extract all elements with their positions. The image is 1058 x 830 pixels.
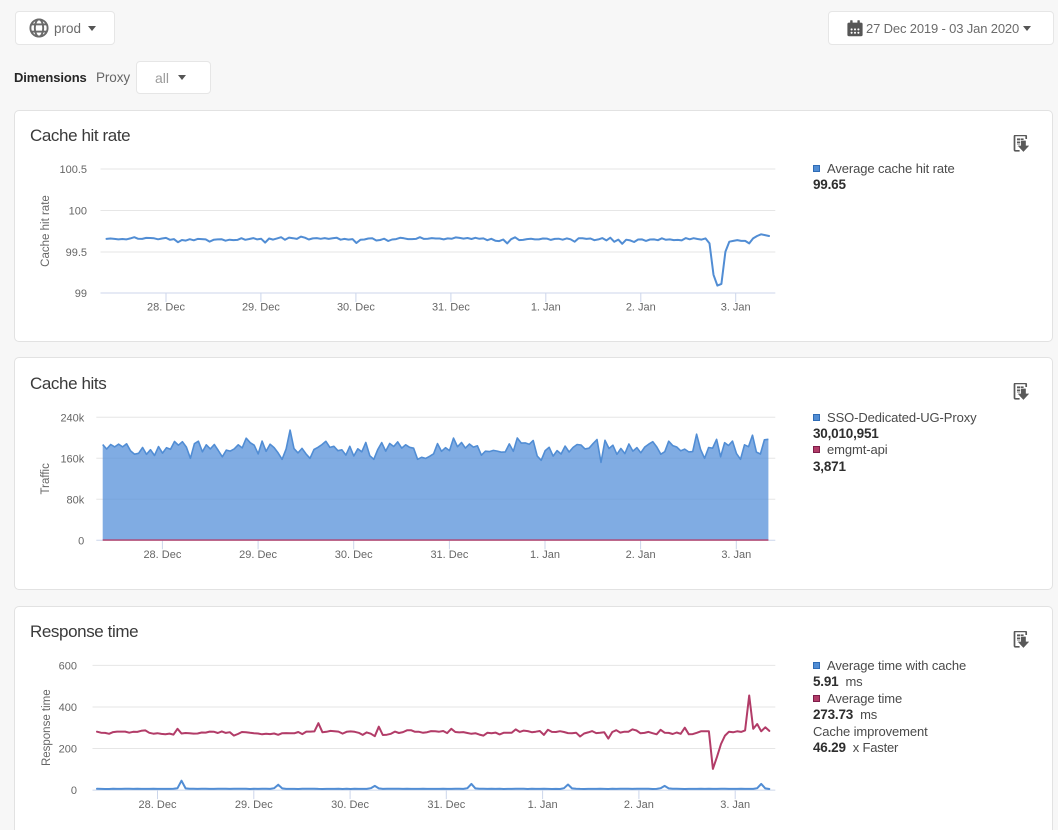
- svg-text:99: 99: [75, 288, 87, 300]
- svg-text:1. Jan: 1. Jan: [528, 799, 558, 811]
- svg-text:80k: 80k: [67, 494, 85, 506]
- svg-text:2. Jan: 2. Jan: [626, 549, 656, 561]
- svg-text:30. Dec: 30. Dec: [337, 301, 375, 313]
- svg-text:31. Dec: 31. Dec: [432, 301, 470, 313]
- svg-text:160k: 160k: [60, 453, 84, 465]
- svg-text:31. Dec: 31. Dec: [427, 799, 465, 811]
- svg-text:30. Dec: 30. Dec: [331, 799, 369, 811]
- svg-text:200: 200: [59, 743, 77, 755]
- svg-text:0: 0: [71, 785, 77, 797]
- svg-text:0: 0: [78, 535, 84, 547]
- svg-text:600: 600: [59, 660, 77, 672]
- svg-text:Cache hit rate: Cache hit rate: [40, 195, 52, 267]
- svg-text:100.5: 100.5: [59, 164, 87, 176]
- svg-text:31. Dec: 31. Dec: [430, 549, 468, 561]
- svg-text:28. Dec: 28. Dec: [147, 301, 185, 313]
- svg-text:2. Jan: 2. Jan: [624, 799, 654, 811]
- svg-text:29. Dec: 29. Dec: [235, 799, 273, 811]
- svg-text:100: 100: [69, 205, 87, 217]
- svg-text:28. Dec: 28. Dec: [143, 549, 181, 561]
- svg-text:29. Dec: 29. Dec: [242, 301, 280, 313]
- svg-text:30. Dec: 30. Dec: [335, 549, 373, 561]
- svg-text:240k: 240k: [60, 412, 84, 424]
- svg-text:99.5: 99.5: [66, 247, 87, 259]
- svg-text:2. Jan: 2. Jan: [626, 301, 656, 313]
- svg-text:28. Dec: 28. Dec: [139, 799, 177, 811]
- svg-text:1. Jan: 1. Jan: [531, 301, 561, 313]
- svg-text:1. Jan: 1. Jan: [530, 549, 560, 561]
- svg-text:400: 400: [59, 702, 77, 714]
- svg-text:3. Jan: 3. Jan: [721, 301, 751, 313]
- svg-text:3. Jan: 3. Jan: [721, 549, 751, 561]
- svg-text:3. Jan: 3. Jan: [720, 799, 750, 811]
- svg-text:Response time: Response time: [41, 689, 53, 766]
- svg-text:Traffic: Traffic: [40, 463, 52, 495]
- svg-text:29. Dec: 29. Dec: [239, 549, 277, 561]
